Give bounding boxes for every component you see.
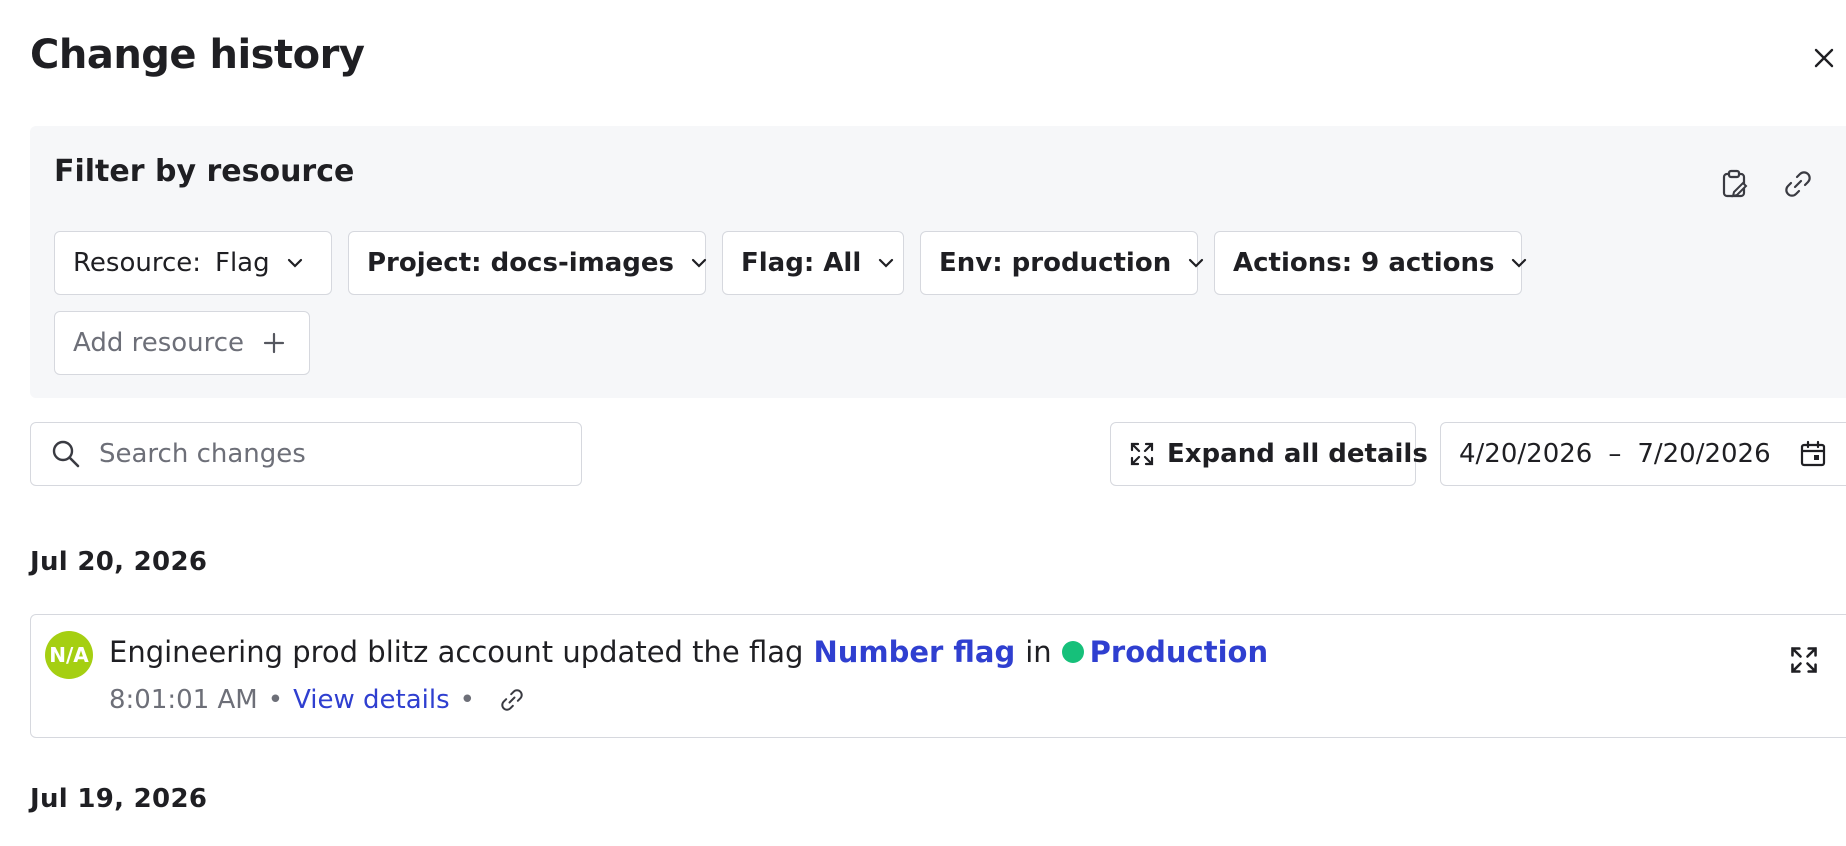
chip-label: Env: production <box>939 248 1172 278</box>
filter-title: Filter by resource <box>54 154 355 189</box>
add-resource-button[interactable]: Add resource <box>54 311 310 375</box>
change-entry: N/A Engineering prod blitz account updat… <box>30 614 1846 738</box>
date-separator: – <box>1608 439 1622 469</box>
close-button[interactable] <box>1808 42 1840 74</box>
chip-value: Flag <box>215 248 270 278</box>
change-time: 8:01:01 AM <box>109 685 258 715</box>
chevron-down-icon <box>691 258 707 268</box>
in-text: in <box>1025 635 1052 669</box>
plus-icon <box>263 332 285 354</box>
environment-color-dot <box>1061 641 1084 663</box>
search-box <box>30 422 582 486</box>
close-icon <box>1814 48 1834 68</box>
calendar-icon <box>1800 440 1825 467</box>
change-actor-text: Engineering prod blitz account updated t… <box>109 635 804 669</box>
flag-link[interactable]: Number flag <box>813 635 1015 669</box>
expand-entry-button[interactable] <box>1789 645 1819 675</box>
expand-all-label: Expand all details <box>1167 439 1428 469</box>
filter-panel: Filter by resource Resource: Flag Projec… <box>30 126 1846 398</box>
date-start: 4/20/2026 <box>1459 439 1593 469</box>
flag-filter-chip[interactable]: Flag: All <box>722 231 904 295</box>
resource-filter-chip[interactable]: Resource: Flag <box>54 231 332 295</box>
chevron-down-icon <box>1512 258 1527 268</box>
chevron-down-icon <box>287 258 302 268</box>
search-input[interactable] <box>99 439 539 469</box>
chevron-down-icon <box>879 258 894 268</box>
change-description: Engineering prod blitz account updated t… <box>109 635 1268 669</box>
clipboard-icon <box>1722 169 1748 198</box>
bullet-separator: • <box>267 685 284 715</box>
chip-label: Project: docs-images <box>367 248 674 278</box>
expand-all-button[interactable]: Expand all details <box>1110 422 1428 486</box>
avatar: N/A <box>45 631 93 679</box>
change-meta: 8:01:01 AM • View details • <box>109 685 527 715</box>
search-icon <box>52 440 80 468</box>
copy-link-button[interactable] <box>1780 166 1816 202</box>
page-title: Change history <box>30 32 365 78</box>
env-filter-chip[interactable]: Env: production <box>920 231 1204 295</box>
date-range-picker[interactable]: 4/20/2026 – 7/20/2026 <box>1440 422 1846 486</box>
chip-label: Resource: <box>73 248 201 278</box>
expand-icon <box>1130 442 1154 466</box>
date-group-heading: Jul 20, 2026 <box>30 547 208 577</box>
bullet-separator: • <box>459 685 475 715</box>
copy-filter-button[interactable] <box>1716 166 1752 202</box>
project-filter-chip[interactable]: Project: docs-images <box>348 231 707 295</box>
actions-filter-chip[interactable]: Actions: 9 actions <box>1214 231 1527 295</box>
environment-link[interactable]: Production <box>1090 635 1268 669</box>
chevron-down-icon <box>1189 258 1204 268</box>
chip-label: Flag: All <box>741 248 862 278</box>
date-end: 7/20/2026 <box>1637 439 1771 469</box>
expand-icon <box>1791 647 1817 673</box>
date-group-heading: Jul 19, 2026 <box>30 784 208 814</box>
view-details-link[interactable]: View details <box>293 685 450 715</box>
link-icon <box>1785 171 1811 197</box>
add-resource-label: Add resource <box>73 328 245 358</box>
link-icon[interactable] <box>497 685 527 715</box>
chip-label: Actions: 9 actions <box>1233 248 1495 278</box>
